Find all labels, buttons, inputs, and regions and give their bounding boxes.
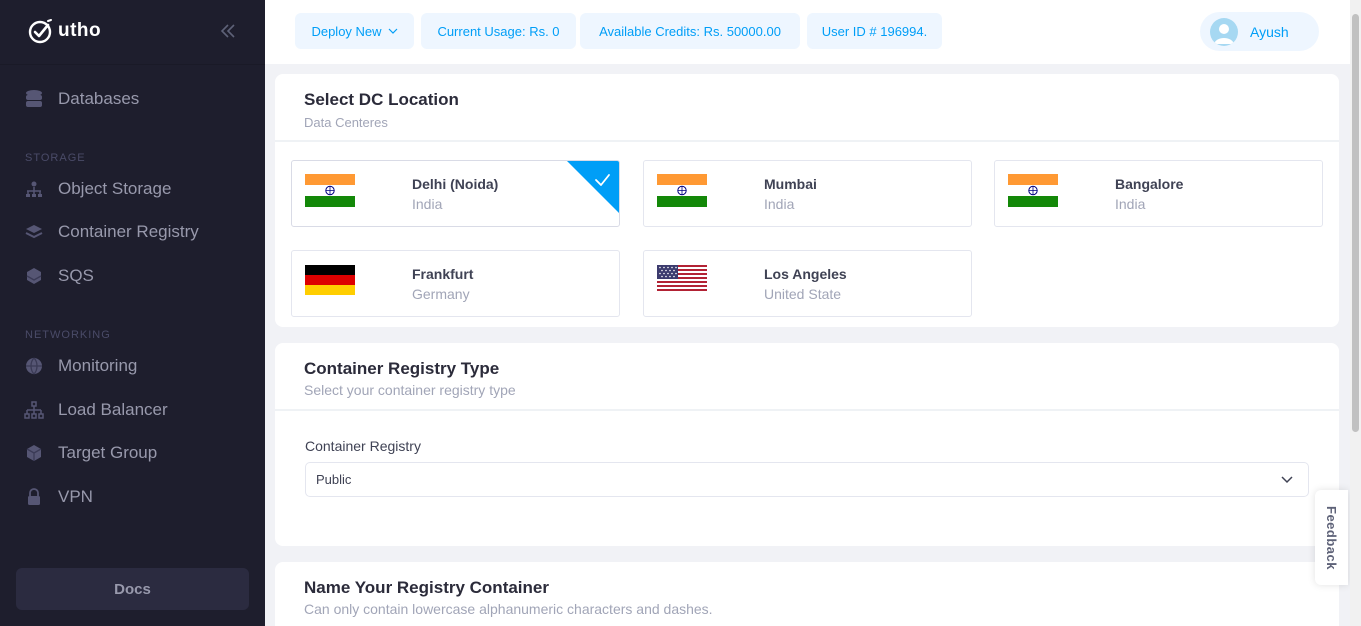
dc-country: United State [764,286,842,302]
available-credits-badge: Available Credits: Rs. 50000.00 [580,13,800,49]
sidebar-item-label: Monitoring [58,356,138,375]
scrollbar-thumb[interactable] [1352,14,1359,432]
layers-icon [24,222,44,242]
dc-section-subtitle: Data Centeres [304,115,388,130]
docs-button[interactable]: Docs [16,568,249,610]
sidebar-item-monitoring[interactable]: Monitoring [24,351,137,381]
dc-location-card: Select DC Location Data Centeres Delhi (… [275,74,1339,327]
database-icon [24,89,44,109]
current-usage-badge: Current Usage: Rs. 0 [421,13,576,49]
sidebar-item-label: SQS [58,266,94,285]
registry-type-title: Container Registry Type [304,359,500,378]
india-flag-icon [657,174,707,207]
collapse-sidebar-icon[interactable] [218,22,238,42]
page-scrollbar[interactable] [1350,0,1361,626]
deploy-new-button[interactable]: Deploy New [295,13,414,49]
selected-check-icon [567,161,619,213]
usa-flag-icon [657,265,707,291]
container-registry-label: Container Registry [305,438,421,454]
user-name: Ayush [1250,23,1289,40]
sidebar-item-vpn[interactable]: VPN [24,482,93,512]
registry-name-title: Name Your Registry Container [304,578,549,597]
dc-city: Delhi (Noida) [412,176,499,192]
queue-icon [24,266,44,286]
sidebar-item-label: VPN [58,487,93,506]
dc-option-bangalore[interactable]: Bangalore India [994,160,1323,227]
utho-logo[interactable]: utho [28,18,101,44]
top-header: Deploy New Current Usage: Rs. 0 Availabl… [265,0,1350,64]
dc-option-los-angeles[interactable]: Los Angeles United State [643,250,972,317]
dc-section-title: Select DC Location [304,90,459,109]
sidebar-item-label: Target Group [58,443,158,462]
feedback-tab[interactable]: Feedback [1315,490,1348,585]
dc-option-delhi[interactable]: Delhi (Noida) India [291,160,620,227]
chevron-down-icon [1281,476,1293,484]
india-flag-icon [305,174,355,207]
sidebar: utho Databases STORAGE Object Storage Co… [0,0,265,626]
sidebar-item-sqs[interactable]: SQS [24,261,94,291]
user-menu[interactable]: Ayush [1200,12,1319,51]
sidebar-item-container-registry[interactable]: Container Registry [24,217,199,247]
feedback-label: Feedback [1324,505,1339,570]
card-divider [275,409,1339,411]
registry-type-subtitle: Select your container registry type [304,382,516,398]
sidebar-item-databases[interactable]: Databases [24,84,139,114]
dc-city: Frankfurt [412,266,474,282]
user-id-badge: User ID # 196994. [807,13,942,49]
dc-country: India [412,196,443,212]
dc-country: Germany [412,286,470,302]
object-storage-icon [24,179,44,199]
sidebar-item-target-group[interactable]: Target Group [24,438,157,468]
container-registry-value: Public [316,472,352,487]
chevron-down-icon [388,28,397,34]
brand-divider [0,64,265,65]
sidebar-item-label: Databases [58,89,140,108]
check-circle-icon [28,19,52,44]
registry-type-card: Container Registry Type Select your cont… [275,343,1339,546]
brand-name: utho [58,20,102,41]
dc-option-frankfurt[interactable]: Frankfurt Germany [291,250,620,317]
india-flag-icon [1008,174,1058,207]
dc-city: Los Angeles [764,266,847,282]
dc-city: Mumbai [764,176,817,192]
sidebar-item-object-storage[interactable]: Object Storage [24,174,171,204]
sidebar-item-label: Object Storage [58,179,172,198]
card-divider [275,140,1339,142]
cube-icon [24,443,44,463]
dc-option-mumbai[interactable]: Mumbai India [643,160,972,227]
lock-icon [24,487,44,507]
dc-city: Bangalore [1115,176,1184,192]
deploy-new-label: Deploy New [311,23,382,39]
globe-icon [24,356,44,376]
network-icon [24,400,44,420]
dc-country: India [1115,196,1146,212]
registry-name-subtitle: Can only contain lowercase alphanumeric … [304,601,713,617]
dc-country: India [764,196,795,212]
section-label-networking: NETWORKING [25,329,111,341]
sidebar-item-label: Container Registry [58,222,199,241]
container-registry-select[interactable]: Public [305,462,1309,497]
sidebar-item-label: Load Balancer [58,400,168,419]
registry-name-card: Name Your Registry Container Can only co… [275,562,1339,626]
germany-flag-icon [305,265,355,295]
section-label-storage: STORAGE [25,152,86,164]
sidebar-item-load-balancer[interactable]: Load Balancer [24,395,168,425]
avatar [1210,17,1238,46]
